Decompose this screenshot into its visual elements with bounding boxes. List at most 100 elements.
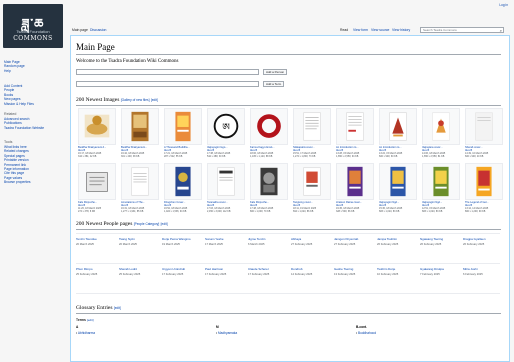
image-thumbnail[interactable] bbox=[465, 108, 503, 145]
glossary-edit-text[interactable]: edit bbox=[115, 306, 120, 310]
image-card[interactable]: Vajrayogini Ngö... Alex B 12:51, 15 March … bbox=[422, 163, 460, 213]
image-thumbnail[interactable] bbox=[164, 163, 202, 200]
person-name[interactable]: Claude Scherer bbox=[248, 267, 282, 271]
image-thumbnail[interactable]: ཨ bbox=[207, 108, 245, 145]
gallery-link-text[interactable]: Gallery of new files bbox=[122, 98, 149, 102]
image-card[interactable]: Kalu Rinpoche... Alex B 17:48, 18 March 20… bbox=[250, 163, 288, 213]
terms-edit-text[interactable]: edit bbox=[88, 318, 93, 322]
person-name[interactable]: Dondrub bbox=[291, 267, 325, 271]
person-name[interactable]: Abhaya bbox=[291, 237, 325, 241]
nav-foundation-website[interactable]: Tsadra Foundation Website bbox=[4, 126, 66, 130]
image-card[interactable]: Sitātapatrā cover... Alex B 15:51, 17 Marc… bbox=[293, 108, 331, 158]
image-dimensions: 600 x 900; 40 KB bbox=[465, 155, 484, 158]
person-name[interactable]: Jamgon Khyenrab bbox=[334, 237, 368, 241]
image-card[interactable]: An Introduction to... Alex B 13:28, 15 Mar… bbox=[336, 108, 374, 158]
person-name[interactable]: Gyalwang Drukpa bbox=[420, 267, 454, 271]
person-name[interactable]: Mitra Joshi bbox=[463, 267, 497, 271]
image-thumbnail[interactable] bbox=[121, 163, 159, 200]
person-name[interactable]: Jampa Tsultrim bbox=[377, 237, 411, 241]
person-name[interactable]: Tsang Nyön bbox=[119, 237, 153, 241]
image-card[interactable]: Lhatsun Ratna cover... Alex B 19:45, 18 Ma… bbox=[336, 163, 374, 213]
image-card[interactable]: ཨ Vajrayogini logo... Alex B 17:38, 18 Marc… bbox=[207, 108, 245, 158]
image-thumbnail[interactable] bbox=[379, 163, 417, 200]
person-name[interactable]: Jigme Tenzin bbox=[248, 237, 282, 241]
image-thumbnail[interactable] bbox=[293, 163, 331, 200]
person-name[interactable]: Dragpa Gyaltsen bbox=[463, 237, 497, 241]
image-card[interactable]: Buddha Shakyamuni... Alex B 16:42, 18 Marc… bbox=[121, 108, 159, 158]
image-card[interactable]: Vajrayāna cover... Alex B 14:06, 18 March … bbox=[422, 108, 460, 158]
person-name[interactable]: Urgyen Lhündrub bbox=[162, 267, 196, 271]
images-edit-text[interactable]: edit bbox=[152, 98, 157, 102]
image-thumbnail[interactable] bbox=[422, 108, 460, 145]
image-thumbnail[interactable] bbox=[207, 163, 245, 200]
person-name[interactable]: Tsultrim Dorje bbox=[377, 267, 411, 271]
glossary-term[interactable]: Abhidharma bbox=[76, 331, 95, 335]
thumbnail-image bbox=[86, 172, 108, 192]
image-thumbnail[interactable] bbox=[293, 108, 331, 145]
image-thumbnail[interactable] bbox=[78, 108, 116, 145]
tab-view-form[interactable]: View form bbox=[353, 28, 368, 32]
image-thumbnail[interactable] bbox=[336, 108, 374, 145]
image-card[interactable]: Vajrayogini Ngö... Alex B 15:36, 18 March … bbox=[379, 163, 417, 213]
site-logo[interactable]: ཟླ་ཆ Tsadra Foundation COMMONS bbox=[3, 4, 63, 48]
add-person-input[interactable] bbox=[76, 69, 259, 75]
person-entry: Tsang Nyön 20 March 2025 bbox=[119, 237, 153, 251]
image-card[interactable]: The Legend of Ger... Alex B 13:12, 14 Marc… bbox=[465, 163, 503, 213]
image-card[interactable]: Dzogchen Cover... Alex B 16:52, 18 March 2… bbox=[164, 163, 202, 213]
glossary-edit-link[interactable]: [edit] bbox=[114, 306, 121, 310]
glossary-term[interactable]: Buddhahood bbox=[356, 331, 376, 335]
person-name[interactable]: Phun Rimpo bbox=[76, 267, 110, 271]
add-person-button[interactable]: Add a Person bbox=[263, 69, 288, 75]
image-thumbnail[interactable] bbox=[336, 163, 374, 200]
tab-view-source[interactable]: View source bbox=[371, 28, 389, 32]
image-thumbnail[interactable] bbox=[250, 108, 288, 145]
thumbnail-image bbox=[476, 166, 492, 197]
image-thumbnail[interactable] bbox=[465, 163, 503, 200]
tab-main-page[interactable]: Main page bbox=[72, 28, 88, 32]
image-thumbnail[interactable] bbox=[78, 163, 116, 200]
images-edit-link[interactable]: [edit] bbox=[151, 98, 158, 102]
nav-browse-properties[interactable]: Browse properties bbox=[4, 180, 66, 184]
people-edit-text[interactable]: edit bbox=[162, 222, 167, 226]
image-card[interactable]: Kalu Rinpoche... Alex B 11:26, 18 March 20… bbox=[78, 163, 116, 213]
image-card[interactable]: Buddha Shakyamuni d... Alex B 16:17, 18 Ma… bbox=[78, 108, 116, 158]
people-category-text[interactable]: People Category bbox=[135, 222, 159, 226]
terms-label-text: Terms bbox=[76, 318, 86, 322]
glossary-term[interactable]: Madhyamaka bbox=[216, 331, 237, 335]
person-name[interactable]: Geshe Tsering bbox=[334, 267, 368, 271]
image-thumbnail[interactable] bbox=[121, 108, 159, 145]
nav-help[interactable]: Help bbox=[4, 69, 66, 73]
nav-mission-help[interactable]: Mission & Help Files bbox=[4, 102, 66, 106]
image-card[interactable]: An Introduction to... Alex B 13:22, 15 Mar… bbox=[379, 108, 417, 158]
login-link[interactable]: Log in bbox=[499, 3, 508, 7]
image-card[interactable]: Tangtong cover... Alex B 18:11, 19 March 2… bbox=[293, 163, 331, 213]
tab-discussion[interactable]: Discussion bbox=[90, 28, 106, 32]
tab-read[interactable]: Read bbox=[340, 28, 348, 32]
search-icon[interactable]: ⌕ bbox=[500, 28, 502, 33]
image-card[interactable]: Annotations of The... Alex B 16:31, 18 Mar… bbox=[121, 163, 159, 213]
terms-edit-link[interactable]: [edit] bbox=[87, 318, 94, 322]
image-card[interactable]: Sherab cover... Alex B 14:49, 10 March 202… bbox=[465, 108, 503, 158]
people-edit-link[interactable]: [edit] bbox=[161, 222, 168, 226]
person-name[interactable]: Sherab Lodrö bbox=[119, 267, 153, 271]
person-name[interactable]: Dorje Pema Wangmo bbox=[162, 237, 196, 241]
thumbnail-image bbox=[433, 166, 449, 197]
image-thumbnail[interactable] bbox=[250, 163, 288, 200]
tab-view-history[interactable]: View history bbox=[392, 28, 410, 32]
person-name[interactable]: Paul Harrison bbox=[205, 267, 239, 271]
image-card[interactable]: Taranatha cover... Alex B 17:03, 18 March … bbox=[207, 163, 245, 213]
image-card[interactable]: A Thousand Buddha... Alex B 17:21, 18 Marc… bbox=[164, 108, 202, 158]
add-term-button[interactable]: Add a Term bbox=[263, 81, 285, 87]
image-thumbnail[interactable] bbox=[379, 108, 417, 145]
person-name[interactable]: Sonam Yeshe bbox=[205, 237, 239, 241]
people-category-link[interactable]: [People Category] bbox=[134, 222, 160, 226]
person-name[interactable]: Tenzin Tsundue bbox=[76, 237, 110, 241]
nav-group-related: Related Advanced search Publications Tsa… bbox=[4, 112, 66, 130]
image-card[interactable]: Karma Kagyu Ensō... Alex B 18:06, 18 March… bbox=[250, 108, 288, 158]
gallery-link[interactable]: [Gallery of new files] bbox=[121, 98, 150, 102]
image-thumbnail[interactable] bbox=[422, 163, 460, 200]
search-input[interactable]: Search Tsadra Commons ⌕ bbox=[420, 27, 504, 33]
image-thumbnail[interactable] bbox=[164, 108, 202, 145]
person-name[interactable]: Ngawang Tsering bbox=[420, 237, 454, 241]
add-term-input[interactable] bbox=[76, 81, 259, 87]
